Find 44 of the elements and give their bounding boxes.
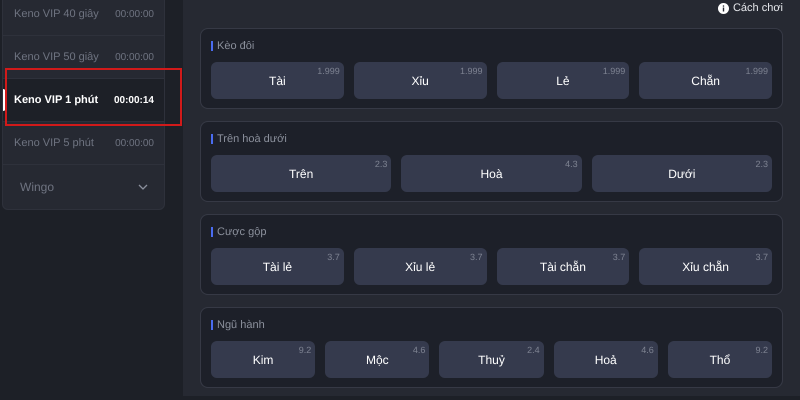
odds-value: 1.999 xyxy=(460,65,482,78)
odds-value: 3.7 xyxy=(470,251,482,264)
bet-option-button[interactable]: Kim 9.2 xyxy=(211,341,316,378)
bet-option-button[interactable]: Xỉu chẵn 3.7 xyxy=(639,248,772,285)
bet-option-button[interactable]: Lẻ 1.999 xyxy=(496,62,630,99)
odds-value: 3.7 xyxy=(612,251,626,264)
odds-value: 2.4 xyxy=(527,344,540,357)
section-title: Kèo đôi xyxy=(217,38,254,54)
bet-option-button[interactable]: Chẵn 1.999 xyxy=(639,62,772,99)
bet-option-button[interactable]: Dưới 2.3 xyxy=(592,155,772,192)
odds-value: 3.7 xyxy=(327,251,340,264)
bet-option-button[interactable]: Hoà 4.3 xyxy=(401,155,582,192)
accent-bar xyxy=(211,41,213,51)
bet-option-button[interactable]: Tài 1.999 xyxy=(211,62,344,99)
odds-value: 2.3 xyxy=(374,158,388,171)
section-title: Trên hoà dưới xyxy=(217,132,287,147)
odds-value: 9.2 xyxy=(756,344,768,357)
chevron-down-icon xyxy=(138,184,148,190)
odds-value: 2.3 xyxy=(755,158,768,171)
bet-option-button[interactable]: Mộc 4.6 xyxy=(325,341,430,378)
bet-option-button[interactable]: Xỉu 1.999 xyxy=(354,62,486,99)
odds-value: 4.6 xyxy=(641,344,654,357)
bet-option-button[interactable]: Trên 2.3 xyxy=(211,155,392,192)
odds-value: 1.999 xyxy=(745,65,768,78)
odds-value: 1.999 xyxy=(602,65,626,78)
bet-option-button[interactable]: Xỉu lẻ 3.7 xyxy=(354,248,486,285)
section-title: Cược gộp xyxy=(217,224,266,240)
info-icon xyxy=(718,2,729,14)
bet-option-button[interactable]: Hoả 4.6 xyxy=(554,341,658,378)
odds-value: 9.2 xyxy=(298,344,312,357)
accent-bar xyxy=(211,227,213,237)
bet-option-button[interactable]: Thuỷ 2.4 xyxy=(439,341,544,378)
accent-bar xyxy=(211,134,213,144)
accent-bar xyxy=(211,320,213,330)
section-title: Ngũ hành xyxy=(217,318,265,333)
bet-option-button[interactable]: Tài chẵn 3.7 xyxy=(496,248,630,285)
odds-value: 3.7 xyxy=(755,251,768,264)
odds-value: 1.999 xyxy=(317,65,340,78)
odds-value: 4.6 xyxy=(412,344,426,357)
bet-option-button[interactable]: Thổ 9.2 xyxy=(668,341,772,378)
how-to-play-link[interactable]: Cách chơi xyxy=(718,0,783,16)
game-list-item[interactable]: Keno VIP 1 phút 00:00:14 xyxy=(3,79,164,122)
odds-value: 4.3 xyxy=(565,158,578,171)
bet-option-button[interactable]: Tài lẻ 3.7 xyxy=(211,248,344,285)
